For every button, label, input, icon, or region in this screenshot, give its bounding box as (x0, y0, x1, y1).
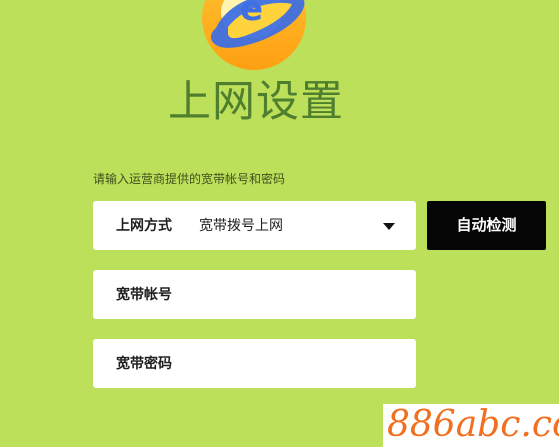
connection-type-label: 上网方式 (116, 218, 172, 234)
auto-detect-button[interactable]: 自动检测 (427, 201, 546, 250)
instruction-text: 请输入运营商提供的宽带帐号和密码 (93, 172, 286, 186)
account-input[interactable]: 宽带帐号 (93, 270, 416, 319)
browser-logo-icon: e (202, 0, 306, 70)
connection-type-value: 宽带拨号上网 (199, 218, 283, 234)
connection-type-select[interactable]: 上网方式 宽带拨号上网 (93, 201, 416, 250)
page-title: 上网设置 (168, 77, 344, 127)
password-input[interactable]: 宽带密码 (93, 339, 416, 388)
account-label: 宽带帐号 (116, 287, 172, 303)
watermark: 886abc.com (383, 404, 559, 447)
password-label: 宽带密码 (116, 356, 172, 372)
svg-text:e: e (240, 0, 263, 29)
chevron-down-icon[interactable] (383, 223, 395, 230)
network-settings-page: e 上网设置 请输入运营商提供的宽带帐号和密码 上网方式 宽带拨号上网 自动检测… (0, 0, 559, 447)
